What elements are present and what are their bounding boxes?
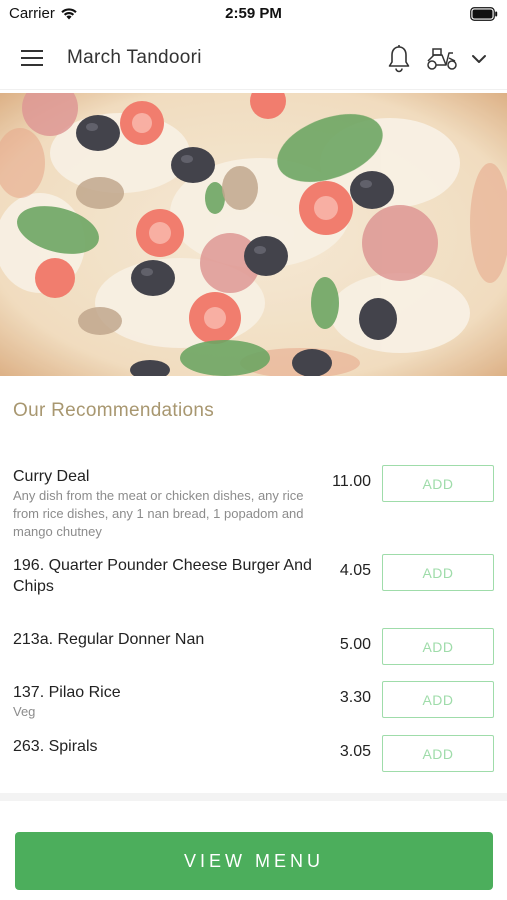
scooter-icon[interactable]	[425, 46, 459, 72]
menu-item: Curry Deal Any dish from the meat or chi…	[0, 465, 507, 546]
hamburger-menu-icon[interactable]	[20, 48, 48, 72]
add-button[interactable]: ADD	[382, 735, 494, 772]
item-name: 213a. Regular Donner Nan	[13, 631, 205, 648]
item-price: 3.30	[339, 689, 371, 706]
recommendations-title: Our Recommendations	[13, 400, 215, 421]
menu-item: 196. Quarter Pounder Cheese Burger And C…	[0, 554, 507, 615]
item-name: 137. Pilao Rice	[13, 684, 121, 701]
item-name: 263. Spirals	[13, 738, 98, 755]
menu-item: 263. Spirals 3.05 ADD	[0, 735, 507, 776]
app-header: March Tandoori	[0, 30, 507, 90]
item-name: 196. Quarter Pounder Cheese Burger And C…	[13, 557, 312, 595]
restaurant-title: March Tandoori	[67, 47, 202, 68]
section-divider	[0, 793, 507, 801]
item-price: 3.05	[339, 743, 371, 760]
status-bar: Carrier 2:59 PM	[0, 0, 507, 28]
item-price: 5.00	[339, 636, 371, 653]
hero-pizza-image	[0, 93, 507, 376]
item-price: 11.00	[332, 473, 371, 490]
pizza-illustration	[0, 93, 507, 376]
view-menu-button[interactable]: VIEW MENU	[15, 832, 493, 890]
menu-item: 137. Pilao Rice Veg 3.30 ADD	[0, 681, 507, 726]
add-button[interactable]: ADD	[382, 554, 494, 591]
item-description: Any dish from the meat or chicken dishes…	[13, 488, 304, 539]
item-price: 4.05	[339, 562, 371, 579]
battery-icon	[470, 7, 498, 26]
item-description: Veg	[13, 704, 36, 719]
status-time: 2:59 PM	[225, 5, 282, 22]
item-name: Curry Deal	[13, 468, 90, 485]
bell-icon[interactable]	[386, 44, 412, 74]
add-button[interactable]: ADD	[382, 628, 494, 665]
add-button[interactable]: ADD	[382, 465, 494, 502]
add-button[interactable]: ADD	[382, 681, 494, 718]
menu-item: 213a. Regular Donner Nan 5.00 ADD	[0, 628, 507, 669]
chevron-down-icon[interactable]	[469, 49, 489, 69]
